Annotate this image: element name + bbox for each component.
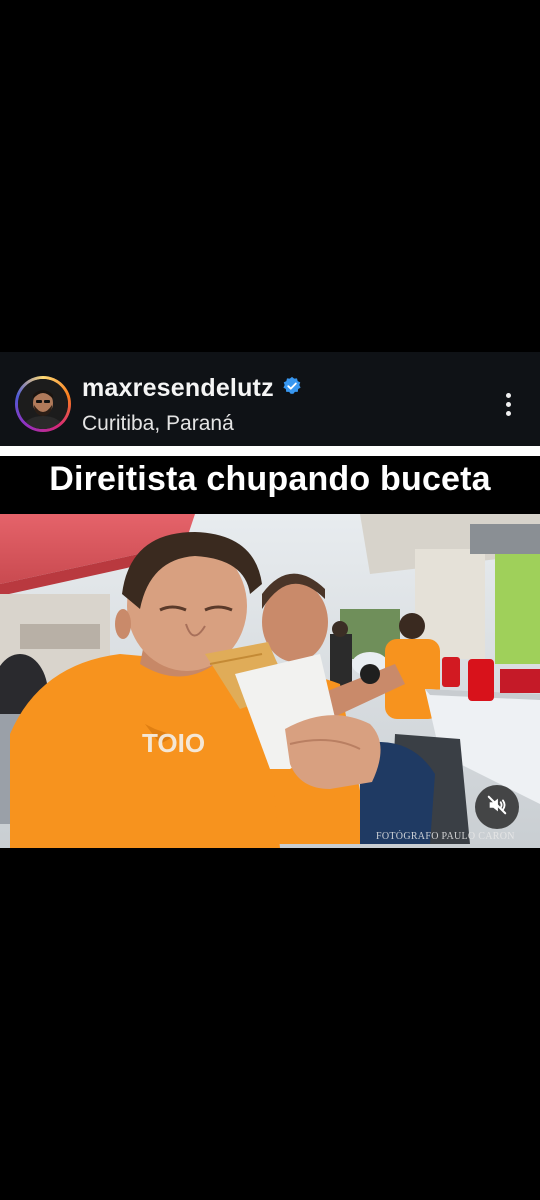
post-location[interactable]: Curitiba, Paraná (82, 412, 234, 436)
username-row: maxresendelutz (82, 372, 302, 404)
verified-badge-icon (282, 376, 302, 401)
avatar[interactable] (15, 376, 71, 432)
meme-caption: Direitista chupando buceta (49, 460, 491, 498)
post-photo: TOIO (0, 514, 540, 848)
photo-credit: FOTÓGRAFO PAULO CARON (376, 831, 515, 842)
mute-toggle-button[interactable] (475, 785, 519, 829)
username[interactable]: maxresendelutz (82, 374, 274, 403)
svg-text:TOIO: TOIO (142, 728, 205, 758)
more-options-button[interactable] (496, 386, 520, 422)
speaker-muted-icon (486, 794, 508, 821)
post-media[interactable]: Direitista chupando buceta TOIO FOTÓGRAF… (0, 446, 540, 848)
more-vertical-icon (505, 392, 511, 398)
avatar-image (18, 379, 68, 429)
